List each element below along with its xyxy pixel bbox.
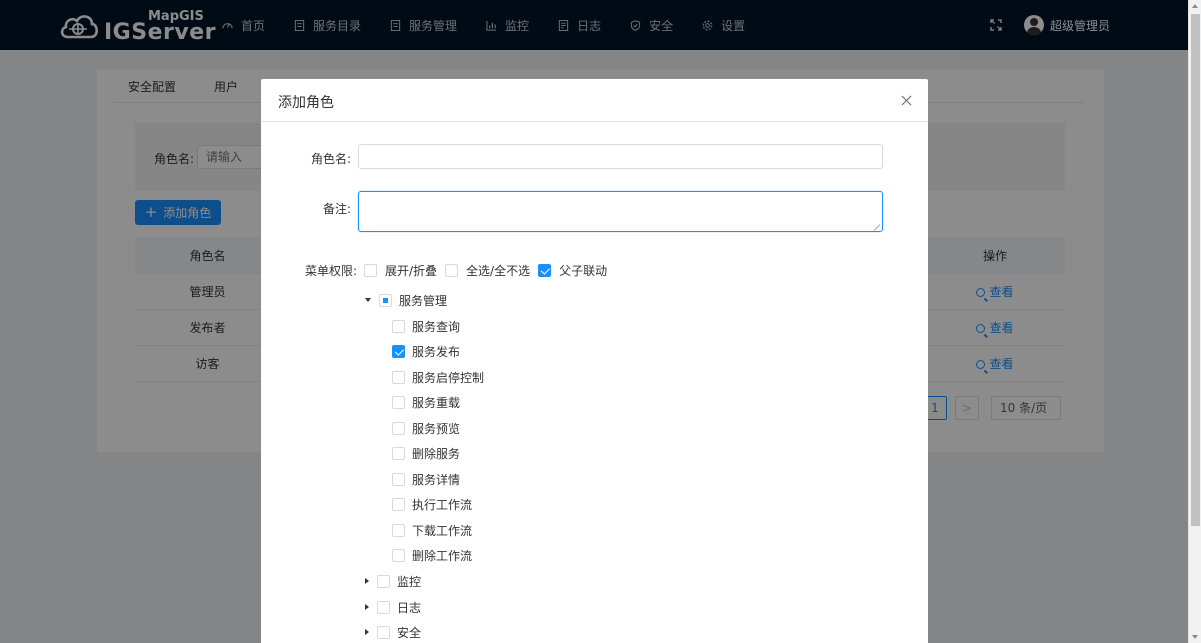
page-scrollbar[interactable] [1188,0,1201,643]
dialog-title: 添加角色 [278,95,334,111]
tree-node-label: 服务重载 [412,395,461,410]
tree-node-label: 服务启停控制 [412,370,485,385]
tree-checkbox[interactable] [392,421,405,435]
tree-child-node[interactable]: 服务预览 [392,420,460,436]
tree-node-label: 删除服务 [412,446,461,461]
tree-checkbox[interactable] [392,319,405,333]
tree-node-label: 删除工作流 [412,548,473,563]
scroll-up-arrow-icon[interactable] [1192,4,1198,8]
caret-right-icon[interactable] [365,629,369,635]
tree-node-label: 执行工作流 [412,497,473,512]
tree-child-node[interactable]: 删除服务 [392,445,460,461]
tree-child-node[interactable]: 执行工作流 [392,496,472,512]
tree-node-monitor[interactable]: 监控 [365,573,421,589]
role-name-field[interactable] [358,144,883,169]
remark-label: 备注: [322,202,351,216]
tree-node-service-manage[interactable]: 服务管理 [365,292,447,308]
parent-child-link-label: 父子联动 [559,263,608,278]
tree-checkbox[interactable] [377,574,390,588]
dialog-header: 添加角色 [261,79,928,122]
caret-right-icon[interactable] [365,578,369,584]
tree-node-label: 服务预览 [412,421,461,436]
tree-checkbox[interactable] [392,344,405,358]
tree-checkbox[interactable] [392,523,405,537]
tree-child-node[interactable]: 服务重载 [392,394,460,410]
scroll-down-arrow-icon[interactable] [1192,635,1198,639]
tree-node-label: 服务管理 [399,293,448,308]
tree-checkbox[interactable] [392,472,405,486]
tree-checkbox[interactable] [392,395,405,409]
tree-node-log[interactable]: 日志 [365,599,421,615]
caret-right-icon[interactable] [365,604,369,610]
tree-checkbox[interactable] [377,600,390,614]
tree-node-label: 日志 [397,600,422,615]
tree-child-node[interactable]: 服务发布 [392,343,460,359]
tree-node-label: 下载工作流 [412,523,473,538]
caret-down-icon[interactable] [365,298,371,302]
tree-node-label: 服务发布 [412,344,461,359]
tree-child-node[interactable]: 删除工作流 [392,547,472,563]
expand-collapse-checkbox[interactable] [364,263,377,277]
remark-field[interactable] [358,191,883,232]
tree-checkbox[interactable] [392,370,405,384]
menu-permission-row: 菜单权限: 展开/折叠 全选/全不选 父子联动 [297,262,615,279]
role-name-label: 角色名: [310,152,351,166]
expand-collapse-option[interactable]: 展开/折叠 [364,262,437,279]
tree-child-node[interactable]: 下载工作流 [392,522,472,538]
scrollbar-thumb[interactable] [1191,14,1200,526]
tree-node-label: 服务查询 [412,319,461,334]
tree-node-label: 监控 [397,574,422,589]
tree-checkbox[interactable] [377,625,390,639]
parent-child-link-option[interactable]: 父子联动 [538,262,607,279]
select-all-checkbox[interactable] [445,263,459,277]
expand-collapse-label: 展开/折叠 [385,263,438,278]
tree-checkbox[interactable] [392,497,405,511]
parent-child-link-checkbox[interactable] [538,263,552,277]
tree-child-node[interactable]: 服务详情 [392,471,460,487]
tree-child-node[interactable]: 服务查询 [392,318,460,334]
select-all-label: 全选/全不选 [466,263,531,278]
tree-checkbox[interactable] [379,293,392,307]
menu-permission-label: 菜单权限: [304,263,357,278]
tree-node-label: 安全 [397,625,422,640]
tree-checkbox[interactable] [392,446,405,460]
tree-node-label: 服务详情 [412,472,461,487]
tree-checkbox[interactable] [392,548,405,562]
close-icon[interactable] [901,95,912,106]
tree-child-node[interactable]: 服务启停控制 [392,369,484,385]
resize-handle-icon[interactable] [875,224,881,230]
select-all-option[interactable]: 全选/全不选 [445,262,530,279]
tree-node-security[interactable]: 安全 [365,624,421,640]
add-role-dialog: 添加角色 角色名: 备注: 菜单权限: 展开/折叠 全选/全不选 父子联动 服务… [261,79,928,643]
